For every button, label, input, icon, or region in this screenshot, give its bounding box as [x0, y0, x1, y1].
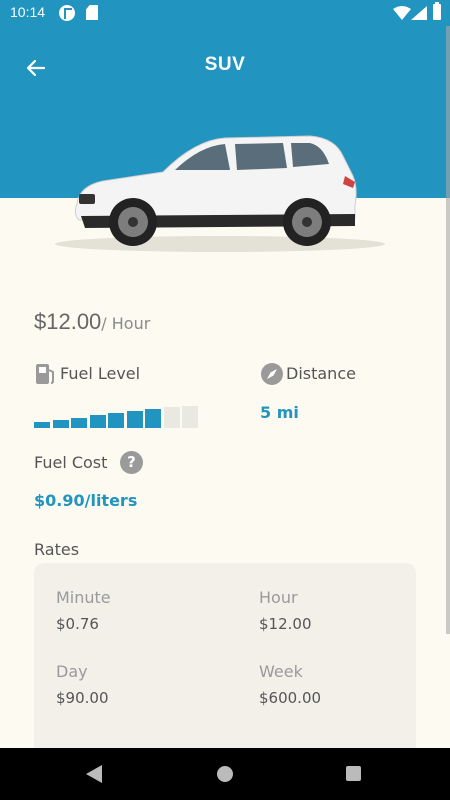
nav-recent-apps-icon[interactable]: [346, 766, 361, 781]
compass-icon: [261, 363, 283, 385]
nav-back-icon[interactable]: [86, 765, 102, 783]
status-time: 10:14: [10, 4, 46, 20]
fuel-level-label: Fuel Level: [60, 364, 141, 383]
battery-icon: [433, 2, 441, 20]
rate-week-label: Week: [259, 662, 303, 681]
rate-hour-value: $12.00: [259, 615, 312, 633]
fuel-pump-icon: [36, 364, 54, 384]
rate-minute-value: $0.76: [56, 615, 99, 633]
distance-label: Distance: [286, 364, 356, 383]
fuel-level-bar: [108, 413, 124, 428]
fuel-cost-label: Fuel Cost: [34, 453, 108, 472]
price-value: $12.00: [34, 309, 102, 334]
fuel-level-bar: [89, 415, 106, 428]
rate-hour-label: Hour: [259, 588, 298, 607]
fuel-level-bar: [34, 422, 50, 428]
rates-title: Rates: [34, 540, 80, 559]
status-bar: 10:14: [0, 0, 450, 26]
price-unit: / Hour: [101, 314, 151, 333]
fuel-level-indicator: [34, 404, 198, 428]
fuel-level-bar: [52, 419, 69, 428]
cell-signal-icon: [411, 6, 427, 20]
distance-value: 5 mi: [260, 403, 299, 422]
page-title: SUV: [204, 54, 246, 75]
rate-day-label: Day: [56, 662, 88, 681]
rate-day-value: $90.00: [56, 689, 109, 707]
fuel-level-bar: [182, 406, 198, 428]
car-image: [55, 135, 385, 252]
app-bar: SUV: [0, 26, 450, 108]
rate-minute-label: Minute: [56, 588, 111, 607]
sd-card-icon: [86, 5, 98, 20]
price: $12.00/ Hour: [34, 309, 150, 335]
notification-app-icon: [59, 5, 75, 21]
fuel-level-bar: [126, 411, 143, 428]
wifi-icon: [393, 6, 411, 20]
fuel-level-bar: [145, 408, 161, 428]
nav-home-icon[interactable]: [217, 766, 233, 782]
fuel-level-bar: [71, 417, 87, 428]
scrollbar[interactable]: [446, 26, 450, 634]
help-icon[interactable]: ?: [120, 451, 143, 474]
system-nav-bar: [0, 748, 450, 800]
rate-week-value: $600.00: [259, 689, 322, 707]
fuel-cost-value: $0.90/liters: [34, 491, 138, 510]
fuel-level-bar: [163, 406, 180, 428]
rates-card: Minute $0.76 Hour $12.00 Day $90.00 Week…: [34, 563, 416, 763]
